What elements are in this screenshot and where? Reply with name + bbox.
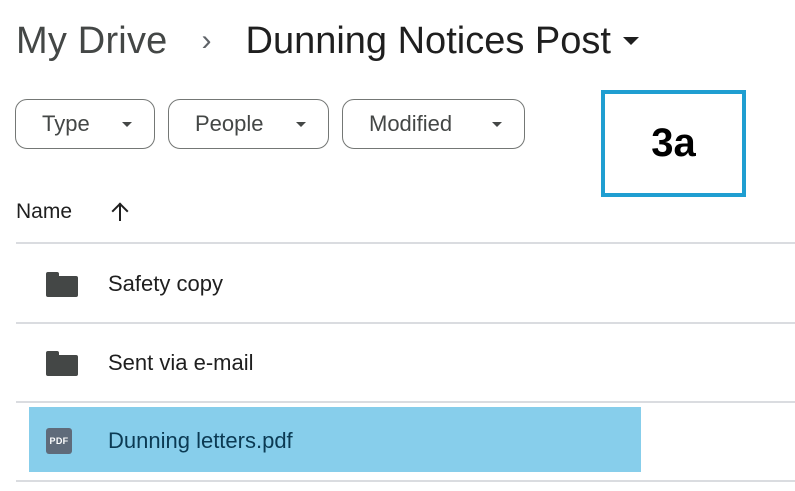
filter-people-label: People [195, 111, 264, 136]
pdf-icon: PDF [46, 428, 72, 454]
breadcrumb: My Drive › Dunning Notices Post [16, 18, 639, 64]
filter-modified-label: Modified [369, 111, 453, 136]
list-item-dunning-letters-pdf[interactable]: PDF Dunning letters.pdf [16, 403, 795, 479]
list-item-sent-via-email[interactable]: Sent via e-mail [16, 325, 795, 401]
folder-icon [46, 350, 78, 376]
column-name-header[interactable]: Name [16, 200, 72, 224]
chevron-down-icon [296, 122, 306, 127]
list-item-label: Safety copy [108, 271, 223, 296]
filter-people-chip[interactable]: People [168, 99, 329, 149]
chevron-down-icon [122, 122, 132, 127]
breadcrumb-current-folder[interactable]: Dunning Notices Post [246, 20, 639, 63]
step-annotation-label: 3a [651, 121, 696, 165]
folder-menu-caret-icon[interactable] [622, 37, 639, 45]
list-divider [16, 242, 795, 244]
folder-icon [46, 271, 78, 297]
list-item-label: Sent via e-mail [108, 350, 254, 375]
breadcrumb-separator-icon: › [201, 24, 212, 57]
chevron-down-icon [492, 122, 502, 127]
list-divider [16, 322, 795, 324]
list-item-label: Dunning letters.pdf [108, 428, 293, 453]
list-column-header: Name [16, 196, 130, 228]
list-divider [16, 480, 795, 482]
filter-type-label: Type [42, 111, 90, 136]
sort-ascending-arrow-icon[interactable] [110, 200, 130, 224]
breadcrumb-my-drive[interactable]: My Drive [16, 20, 168, 63]
filter-modified-chip[interactable]: Modified [342, 99, 525, 149]
filter-type-chip[interactable]: Type [15, 99, 155, 149]
current-folder-title: Dunning Notices Post [245, 19, 611, 62]
list-item-safety-copy[interactable]: Safety copy [16, 246, 795, 322]
step-annotation-box: 3a [601, 90, 746, 197]
